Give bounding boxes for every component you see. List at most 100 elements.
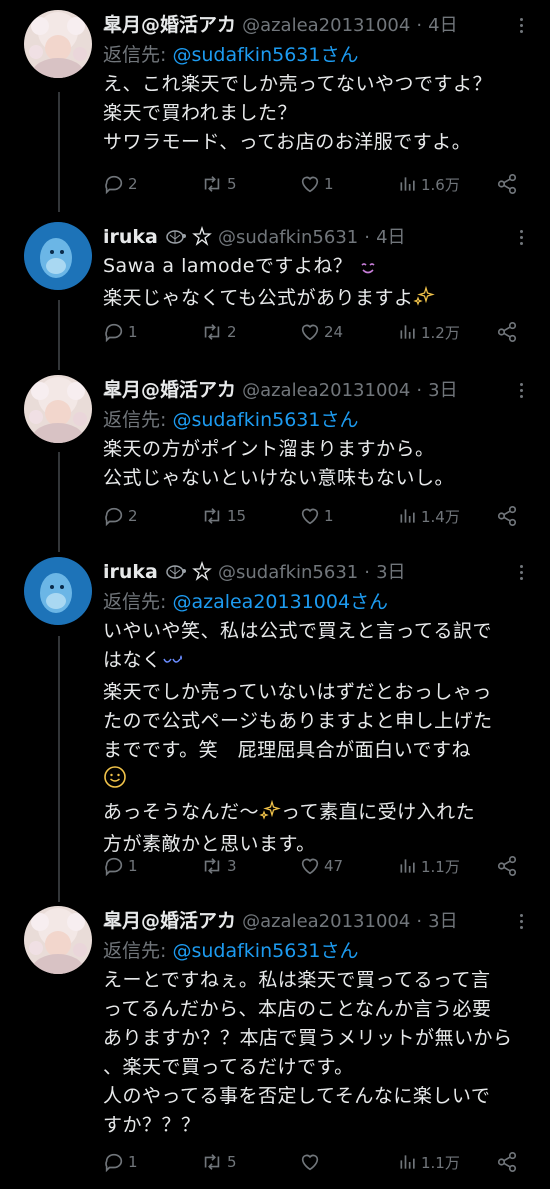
share-button[interactable] — [496, 320, 521, 344]
timestamp[interactable]: 3日 — [376, 562, 405, 583]
separator-dot: · — [364, 562, 371, 583]
user-handle[interactable]: @azalea20131004 — [242, 911, 410, 932]
star-emoji-icon — [192, 560, 212, 590]
share-button[interactable] — [496, 172, 521, 196]
avatar[interactable] — [24, 10, 92, 78]
share-icon — [497, 856, 517, 876]
views-icon — [400, 859, 415, 873]
more-icon[interactable] — [520, 565, 524, 581]
tweet-text-line: 楽天で買われました？ — [103, 102, 298, 124]
reply-button[interactable]: 1 — [103, 1150, 138, 1174]
tweet-text-line: サワラモード、ってお店のお洋服ですよ。 — [103, 131, 472, 153]
share-button[interactable] — [496, 1150, 521, 1174]
like-button[interactable]: 1 — [299, 504, 334, 528]
reply-button[interactable]: 2 — [103, 172, 138, 196]
timestamp[interactable]: 3日 — [428, 380, 457, 401]
reply-icon — [105, 175, 123, 195]
retweet-icon — [204, 176, 220, 192]
tweet-text-line: 楽天じゃなくても公式がありますよ — [103, 287, 414, 309]
reply-to-label: 返信先: — [103, 44, 167, 66]
display-name[interactable]: iruka — [103, 226, 158, 248]
like-button[interactable]: 1 — [299, 172, 334, 196]
retweet-count: 2 — [227, 323, 237, 341]
display-name[interactable]: 皐月@婚活アカ — [103, 14, 236, 36]
avatar[interactable] — [24, 557, 92, 625]
display-name[interactable]: 皐月@婚活アカ — [103, 379, 236, 401]
share-icon — [497, 174, 517, 194]
retweet-button[interactable]: 15 — [200, 504, 246, 528]
like-button[interactable]: 24 — [299, 320, 343, 344]
thread-line — [58, 300, 60, 370]
reply-to-label: 返信先: — [103, 409, 167, 431]
like-button[interactable]: 47 — [299, 854, 343, 878]
thread-line — [58, 452, 60, 552]
turtle-emoji-icon — [164, 560, 186, 590]
tweet-actions: 1 5 1.1万 — [103, 1150, 523, 1174]
retweet-button[interactable]: 5 — [200, 172, 237, 196]
display-name[interactable]: 皐月@婚活アカ — [103, 910, 236, 932]
avatar[interactable] — [24, 906, 92, 974]
user-handle[interactable]: @azalea20131004 — [242, 380, 410, 401]
heart-icon — [301, 176, 319, 193]
retweet-button[interactable]: 5 — [200, 1150, 237, 1174]
more-icon[interactable] — [520, 914, 524, 930]
like-count: 1 — [324, 507, 334, 525]
separator-dot: · — [416, 911, 423, 932]
share-icon — [497, 322, 517, 342]
reply-icon — [105, 507, 123, 527]
like-button[interactable] — [299, 1150, 324, 1174]
user-handle[interactable]: @azalea20131004 — [242, 15, 410, 36]
more-icon[interactable] — [520, 383, 524, 399]
sweat-emoji-icon — [162, 649, 184, 678]
views-button[interactable]: 1.2万 — [398, 320, 460, 344]
tweet-text-line: ありますか？？本店で買うメリットが無いから — [103, 1027, 513, 1049]
thread-line — [58, 92, 60, 212]
retweet-button[interactable]: 3 — [200, 854, 237, 878]
reply-button[interactable]: 1 — [103, 320, 138, 344]
views-button[interactable]: 1.1万 — [398, 854, 460, 878]
smiley-emoji-icon — [103, 765, 127, 798]
reply-to-link[interactable]: @sudafkin5631さん — [172, 409, 358, 431]
tweet-text-line: 楽天でしか売っていないはずだとおっしゃっ — [103, 681, 492, 703]
smile-emoji-icon — [359, 255, 377, 284]
tweet-actions: 1 3 47 1.1万 — [103, 854, 523, 878]
timestamp[interactable]: 4日 — [376, 227, 405, 248]
separator-dot: · — [364, 227, 371, 248]
reply-to-link[interactable]: @sudafkin5631さん — [172, 940, 358, 962]
user-handle[interactable]: @sudafkin5631 — [218, 562, 358, 583]
reply-to-link[interactable]: @sudafkin5631さん — [172, 44, 358, 66]
tweet-text-line: たので公式ページもありますよと申し上げた — [103, 710, 493, 732]
tweet-text: Sawa a lamodeですよね？ 楽天じゃなくても公式がありますよ — [103, 252, 540, 316]
separator-dot: · — [416, 15, 423, 36]
views-button[interactable]: 1.1万 — [398, 1150, 460, 1174]
views-icon — [400, 1155, 415, 1169]
more-icon[interactable] — [520, 230, 524, 246]
tweet-text-line: いやいや笑、私は公式で買えと言ってる訳で — [103, 620, 493, 642]
timestamp[interactable]: 4日 — [428, 15, 457, 36]
heart-icon — [301, 1154, 319, 1171]
share-button[interactable] — [496, 854, 521, 878]
reply-button[interactable]: 1 — [103, 854, 138, 878]
sparkles-emoji-icon — [259, 799, 281, 830]
reply-count: 1 — [128, 857, 138, 875]
avatar[interactable] — [24, 222, 92, 290]
reply-count: 1 — [128, 1153, 138, 1171]
display-name[interactable]: iruka — [103, 561, 158, 583]
tweet-text-line: Sawa a lamodeですよね？ — [103, 255, 353, 277]
tweet-actions: 2 15 1 1.4万 — [103, 504, 523, 528]
reply-button[interactable]: 2 — [103, 504, 138, 528]
user-handle[interactable]: @sudafkin5631 — [218, 227, 358, 248]
timestamp[interactable]: 3日 — [428, 911, 457, 932]
tweet-text: えーとですねぇ。私は楽天で買ってるって言 ってるんだから、本店のことなんか言う必… — [103, 966, 540, 1140]
avatar[interactable] — [24, 375, 92, 443]
tweet-text-line: 公式じゃないといけない意味もないし。 — [103, 467, 455, 489]
reply-to-link[interactable]: @azalea20131004さん — [172, 591, 388, 613]
views-button[interactable]: 1.6万 — [398, 172, 460, 196]
share-icon — [497, 1152, 517, 1172]
more-icon[interactable] — [520, 18, 524, 34]
views-button[interactable]: 1.4万 — [398, 504, 460, 528]
share-button[interactable] — [496, 504, 521, 528]
retweet-button[interactable]: 2 — [200, 320, 237, 344]
sparkles-emoji-icon — [413, 285, 436, 316]
retweet-icon — [204, 1154, 220, 1170]
